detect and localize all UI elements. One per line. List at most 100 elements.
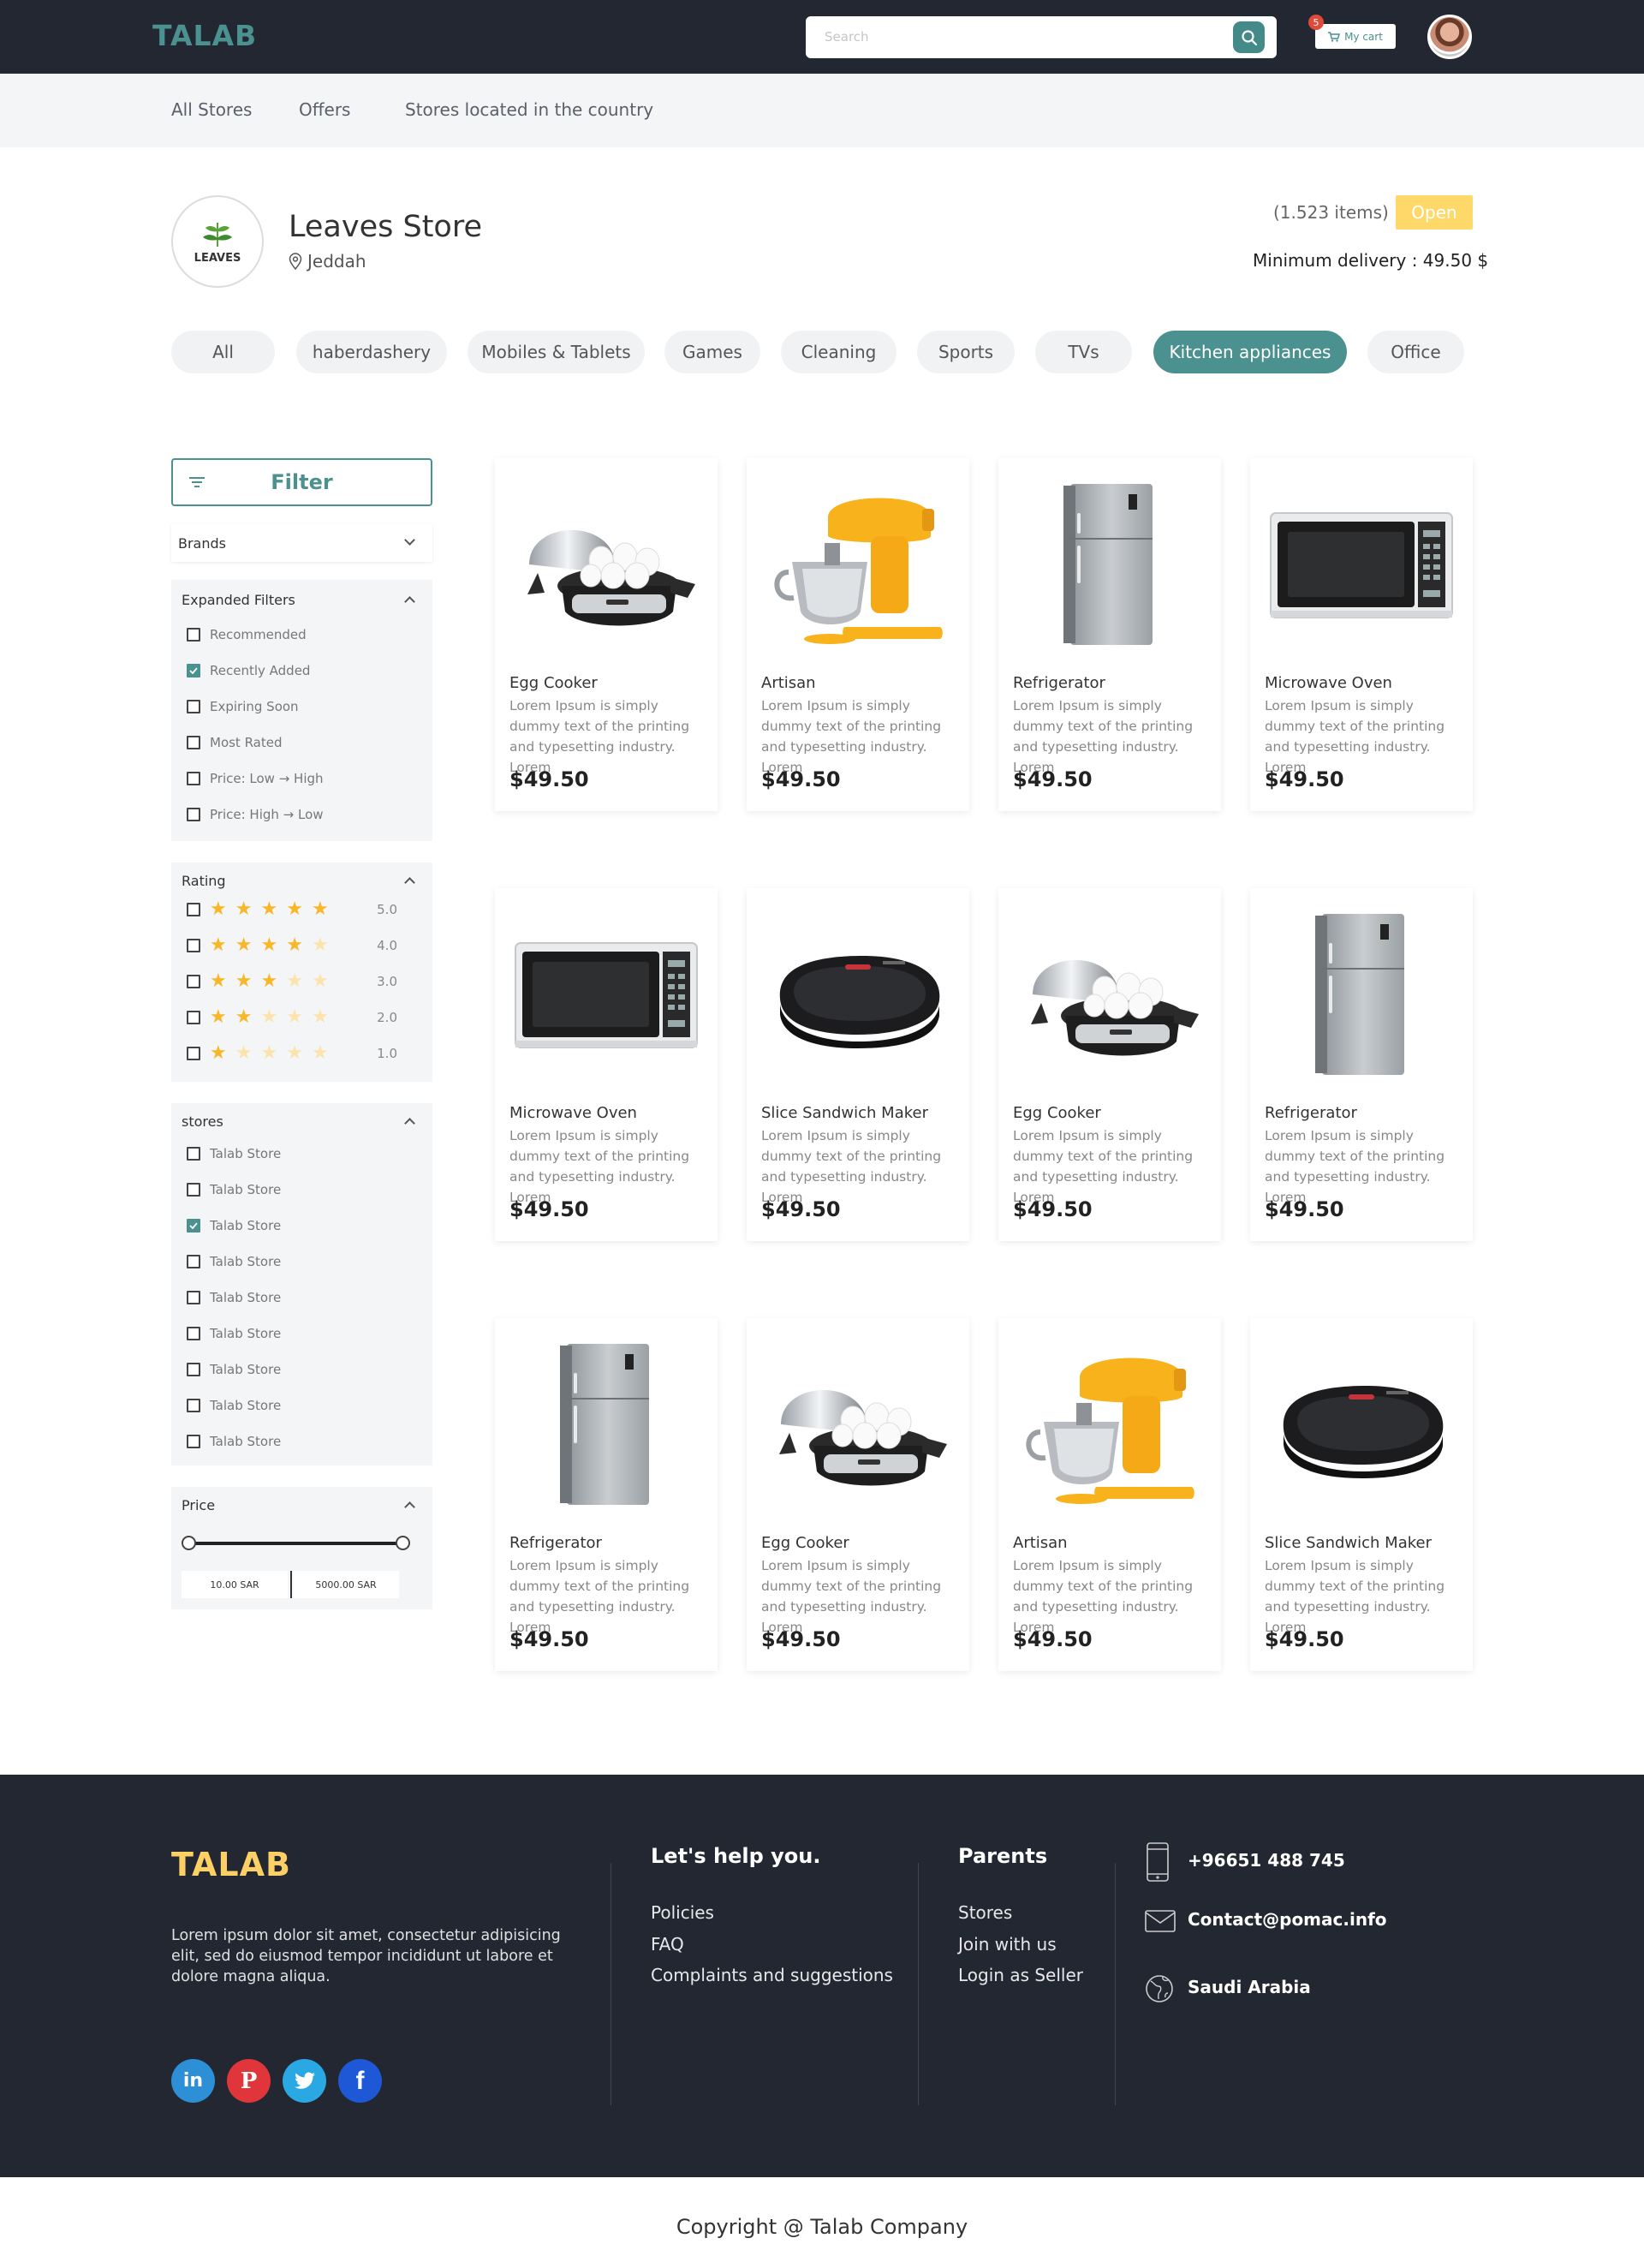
checkbox[interactable] xyxy=(187,1435,200,1448)
product-card[interactable]: Egg Cooker Lorem Ipsum is simply dummy t… xyxy=(495,458,718,811)
product-image[interactable] xyxy=(757,472,959,657)
checkbox[interactable] xyxy=(187,700,200,713)
store-option[interactable]: Talab Store xyxy=(187,1254,281,1269)
product-card[interactable]: Refrigerator Lorem Ipsum is simply dummy… xyxy=(998,458,1221,811)
checkbox[interactable] xyxy=(187,736,200,749)
checkbox[interactable] xyxy=(187,628,200,642)
checkbox[interactable] xyxy=(187,1399,200,1412)
twitter-icon[interactable] xyxy=(283,2059,326,2103)
footer-link-policies[interactable]: Policies xyxy=(651,1902,714,1923)
product-card[interactable]: Slice Sandwich Maker Lorem Ipsum is simp… xyxy=(1250,1318,1473,1671)
product-name[interactable]: Slice Sandwich Maker xyxy=(1265,1534,1432,1552)
product-card[interactable]: Microwave Oven Lorem Ipsum is simply dum… xyxy=(495,888,718,1241)
store-option[interactable]: Talab Store xyxy=(187,1146,281,1161)
price-max-field[interactable]: 5000.00 SAR xyxy=(293,1571,399,1598)
product-image[interactable] xyxy=(1009,472,1211,657)
talab-logo[interactable]: TALAB xyxy=(152,19,257,52)
category-sports[interactable]: Sports xyxy=(917,331,1015,373)
search-button[interactable] xyxy=(1233,21,1265,53)
filter-option[interactable]: Price: High → Low xyxy=(187,807,324,822)
store-option[interactable]: Talab Store xyxy=(187,1290,281,1305)
product-card[interactable]: Refrigerator Lorem Ipsum is simply dummy… xyxy=(1250,888,1473,1241)
product-image[interactable] xyxy=(1009,1332,1211,1517)
price-slider-min-handle[interactable] xyxy=(182,1536,196,1550)
footer-logo[interactable]: TALAB xyxy=(171,1846,291,1883)
product-name[interactable]: Refrigerator xyxy=(1265,1104,1357,1122)
footer-phone[interactable]: +96651 488 745 xyxy=(1188,1850,1345,1871)
store-option[interactable]: Talab Store xyxy=(187,1398,281,1413)
filter-button[interactable]: Filter xyxy=(171,458,432,506)
facebook-icon[interactable]: f xyxy=(338,2059,382,2103)
nav-all-stores[interactable]: All Stores xyxy=(171,99,252,120)
product-image[interactable] xyxy=(1009,902,1211,1087)
filter-option[interactable]: Recently Added xyxy=(187,663,310,678)
footer-link-faq[interactable]: FAQ xyxy=(651,1934,684,1955)
product-image[interactable] xyxy=(505,1332,707,1517)
category-mobiles-tablets[interactable]: Mobiles & Tablets xyxy=(468,331,645,373)
checkbox[interactable] xyxy=(187,772,200,785)
rating-option[interactable]: ★ ★ ★ ★ ★ 1.0 xyxy=(187,1044,418,1063)
checkbox[interactable] xyxy=(187,808,200,821)
chevron-up-icon[interactable] xyxy=(404,596,415,607)
nav-stores-country[interactable]: Stores located in the country xyxy=(405,99,653,120)
footer-link-stores[interactable]: Stores xyxy=(958,1902,1012,1923)
product-card[interactable]: Egg Cooker Lorem Ipsum is simply dummy t… xyxy=(998,888,1221,1241)
brands-dropdown[interactable]: Brands xyxy=(171,524,432,562)
product-name[interactable]: Egg Cooker xyxy=(761,1534,849,1552)
price-slider-max-handle[interactable] xyxy=(396,1536,410,1550)
rating-option[interactable]: ★ ★ ★ ★ ★ 2.0 xyxy=(187,1008,418,1027)
footer-link-join[interactable]: Join with us xyxy=(958,1934,1057,1955)
checkbox[interactable] xyxy=(187,975,200,988)
product-name[interactable]: Refrigerator xyxy=(509,1534,602,1552)
store-option[interactable]: Talab Store xyxy=(187,1218,281,1233)
footer-email[interactable]: Contact@pomac.info xyxy=(1188,1909,1387,1930)
product-image[interactable] xyxy=(757,902,959,1087)
filter-option[interactable]: Recommended xyxy=(187,627,307,642)
nav-offers[interactable]: Offers xyxy=(299,99,350,120)
product-card[interactable]: Microwave Oven Lorem Ipsum is simply dum… xyxy=(1250,458,1473,811)
checkbox-checked[interactable] xyxy=(187,664,200,677)
product-name[interactable]: Slice Sandwich Maker xyxy=(761,1104,928,1122)
chevron-up-icon[interactable] xyxy=(404,1501,415,1513)
checkbox[interactable] xyxy=(187,1047,200,1060)
rating-option[interactable]: ★ ★ ★ ★ ★ 3.0 xyxy=(187,972,418,991)
product-image[interactable] xyxy=(505,902,707,1087)
checkbox[interactable] xyxy=(187,903,200,916)
user-avatar[interactable] xyxy=(1427,15,1472,59)
product-name[interactable]: Artisan xyxy=(761,674,816,692)
checkbox[interactable] xyxy=(187,1327,200,1340)
linkedin-icon[interactable]: in xyxy=(171,2059,215,2103)
category-cleaning[interactable]: Cleaning xyxy=(781,331,896,373)
rating-option[interactable]: ★ ★ ★ ★ ★ 4.0 xyxy=(187,936,418,955)
checkbox[interactable] xyxy=(187,1183,200,1197)
checkbox-checked[interactable] xyxy=(187,1219,200,1232)
category-haberdashery[interactable]: haberdashery xyxy=(296,331,447,373)
product-card[interactable]: Artisan Lorem Ipsum is simply dummy text… xyxy=(998,1318,1221,1671)
checkbox[interactable] xyxy=(187,1011,200,1024)
chevron-up-icon[interactable] xyxy=(404,877,415,888)
product-name[interactable]: Microwave Oven xyxy=(509,1104,637,1122)
filter-option[interactable]: Price: Low → High xyxy=(187,771,324,786)
product-card[interactable]: Refrigerator Lorem Ipsum is simply dummy… xyxy=(495,1318,718,1671)
category-office[interactable]: Office xyxy=(1367,331,1464,373)
price-slider-track[interactable] xyxy=(182,1536,410,1550)
store-option[interactable]: Talab Store xyxy=(187,1182,281,1197)
rating-option[interactable]: ★ ★ ★ ★ ★ 5.0 xyxy=(187,900,418,919)
checkbox[interactable] xyxy=(187,1255,200,1268)
product-image[interactable] xyxy=(1260,472,1462,657)
product-name[interactable]: Egg Cooker xyxy=(1013,1104,1101,1122)
footer-link-complaints[interactable]: Complaints and suggestions xyxy=(651,1965,893,1985)
category-kitchen-appliances[interactable]: Kitchen appliances xyxy=(1153,331,1347,373)
product-card[interactable]: Slice Sandwich Maker Lorem Ipsum is simp… xyxy=(747,888,969,1241)
product-name[interactable]: Egg Cooker xyxy=(509,674,598,692)
checkbox[interactable] xyxy=(187,939,200,952)
price-min-field[interactable]: 10.00 SAR xyxy=(182,1571,288,1598)
product-card[interactable]: Egg Cooker Lorem Ipsum is simply dummy t… xyxy=(747,1318,969,1671)
chevron-up-icon[interactable] xyxy=(404,1118,415,1129)
footer-link-login-seller[interactable]: Login as Seller xyxy=(958,1965,1083,1985)
pinterest-icon[interactable]: P xyxy=(227,2059,271,2103)
store-option[interactable]: Talab Store xyxy=(187,1434,281,1449)
category-tvs[interactable]: TVs xyxy=(1035,331,1132,373)
product-card[interactable]: Artisan Lorem Ipsum is simply dummy text… xyxy=(747,458,969,811)
filter-option[interactable]: Expiring Soon xyxy=(187,699,299,714)
